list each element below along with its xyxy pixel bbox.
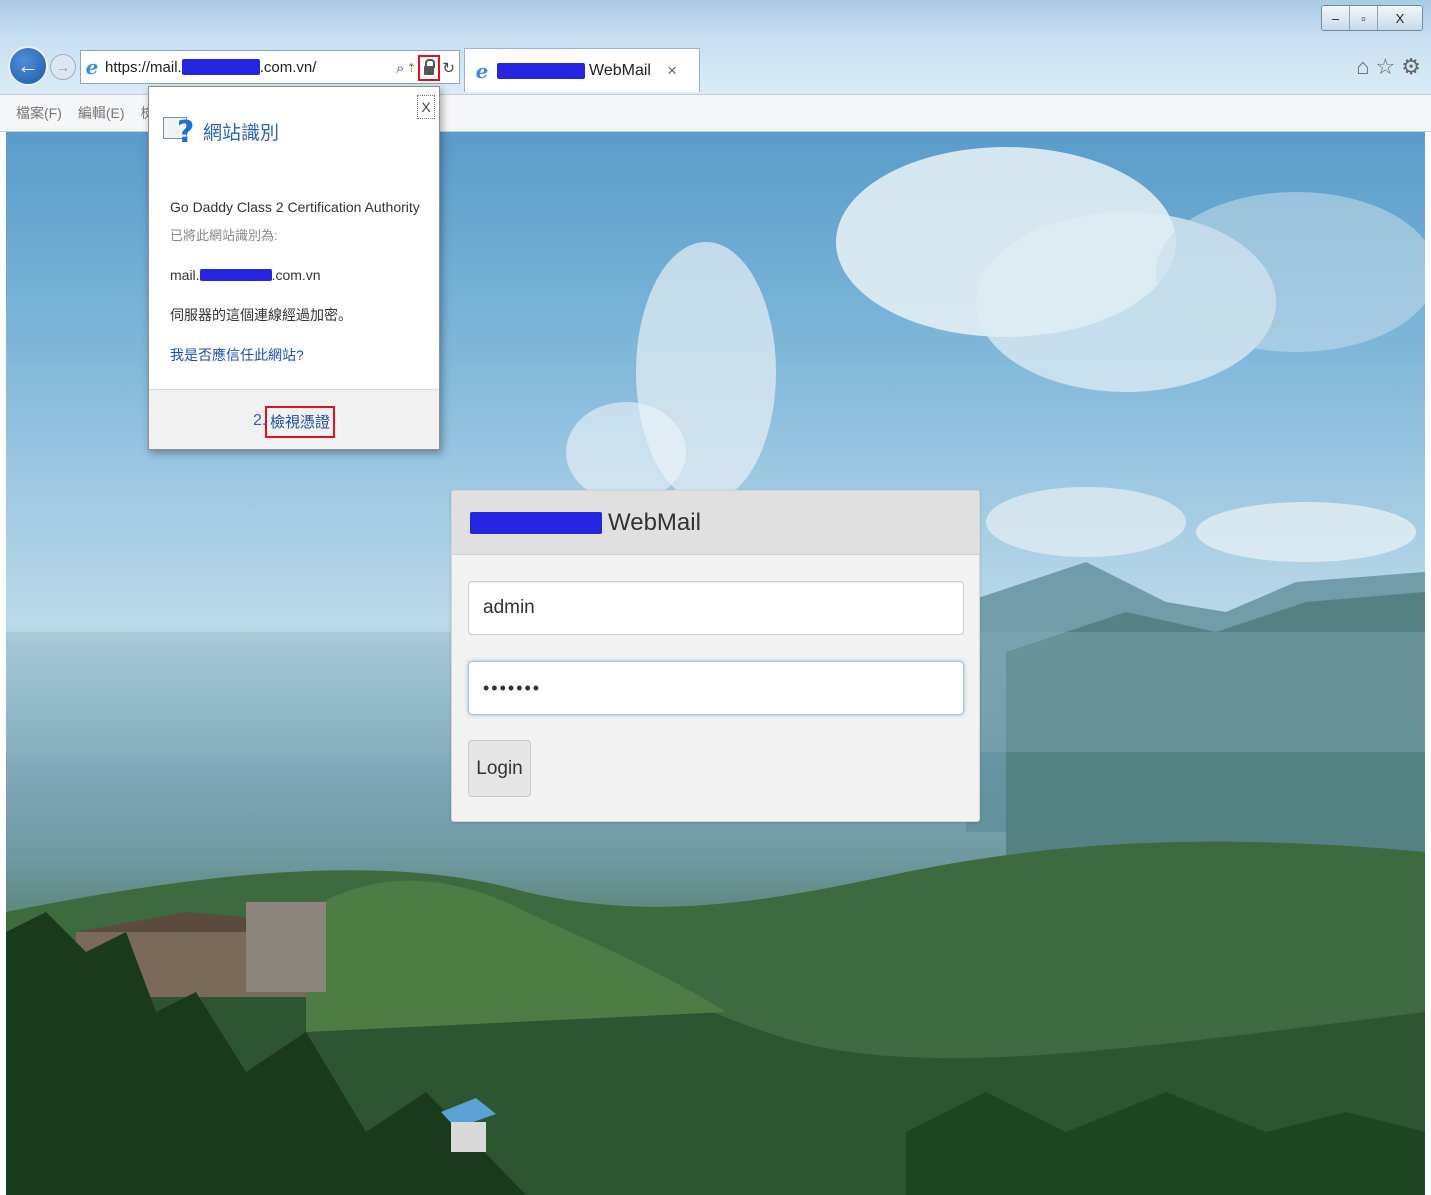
url-prefix: https://mail. <box>105 58 182 76</box>
menu-file[interactable]: 檔案(F) <box>16 103 62 123</box>
compat-icon[interactable]: ⇡ <box>406 61 416 75</box>
address-tools: ⌕ ⇡ ↻ <box>396 55 455 81</box>
url-text[interactable]: https://mail. .com.vn/ <box>105 59 316 76</box>
search-icon[interactable]: ⌕ <box>396 60 404 77</box>
site-identification-popup: X ? 網站識別 Go Daddy Class 2 Certification … <box>148 86 440 450</box>
settings-gear-icon[interactable]: ⚙ <box>1401 54 1421 80</box>
login-button[interactable]: Login <box>468 740 531 797</box>
certificate-question-icon: ? <box>163 113 197 150</box>
login-panel: WebMail admin ••••••• Login <box>451 490 980 822</box>
redacted-tab-title <box>497 62 585 79</box>
restore-button[interactable]: ▫ <box>1350 6 1378 30</box>
minimize-button[interactable]: – <box>1322 6 1350 30</box>
encryption-note: 伺服器的這個連線經過加密。 <box>170 307 352 323</box>
popup-close-icon[interactable]: X <box>417 95 435 119</box>
toolbar-icons: ⌂ ☆ ⚙ <box>1356 54 1421 80</box>
tab-ie-icon: e <box>475 58 489 83</box>
back-arrow-icon: ← <box>17 53 39 78</box>
close-window-button[interactable]: X <box>1378 6 1422 30</box>
login-panel-header: WebMail <box>452 491 979 555</box>
browser-tab[interactable]: e WebMail × <box>464 48 700 92</box>
tab-close-icon[interactable]: × <box>667 61 677 81</box>
password-input[interactable]: ••••••• <box>468 661 964 715</box>
favorites-star-icon[interactable]: ☆ <box>1376 54 1396 80</box>
certification-authority: Go Daddy Class 2 Certification Authority <box>170 199 420 215</box>
identified-domain: mail. .com.vn <box>170 267 321 283</box>
menu-edit[interactable]: 編輯(E) <box>78 103 125 123</box>
ie-logo-icon: e <box>85 55 99 79</box>
window-controls: – ▫ X <box>1321 5 1423 31</box>
popup-title: 網站識別 <box>203 122 280 144</box>
login-panel-title: WebMail <box>608 508 701 536</box>
tab-title: WebMail <box>589 61 651 79</box>
home-icon[interactable]: ⌂ <box>1356 54 1369 80</box>
identified-as-label: 已將此網站識別為: <box>170 228 278 243</box>
security-lock-button[interactable] <box>418 55 441 81</box>
redacted-company-name <box>470 511 602 534</box>
popup-footer: 2. 檢視憑證 <box>149 389 439 449</box>
forward-button[interactable]: → <box>50 54 76 80</box>
view-certificate-link[interactable]: 檢視憑證 <box>265 406 336 438</box>
lock-icon <box>424 59 436 75</box>
domain-suffix: .com.vn <box>271 267 321 283</box>
back-button[interactable]: ← <box>8 46 48 86</box>
domain-prefix: mail. <box>170 267 200 283</box>
url-suffix: .com.vn/ <box>259 58 317 76</box>
trust-site-link[interactable]: 我是否應信任此網站? <box>170 345 304 365</box>
browser-titlebar: – ▫ X ← → e https://mail. .com.vn/ ⌕ ⇡ ↻… <box>0 0 1431 94</box>
username-input[interactable]: admin <box>468 581 964 635</box>
redacted-domain <box>181 59 260 75</box>
forward-arrow-icon: → <box>56 59 70 75</box>
refresh-icon[interactable]: ↻ <box>442 59 455 77</box>
redacted-popup-domain <box>199 269 272 281</box>
address-bar[interactable]: e https://mail. .com.vn/ ⌕ ⇡ ↻ <box>80 50 460 84</box>
popup-header: ? 網站識別 <box>163 113 280 150</box>
